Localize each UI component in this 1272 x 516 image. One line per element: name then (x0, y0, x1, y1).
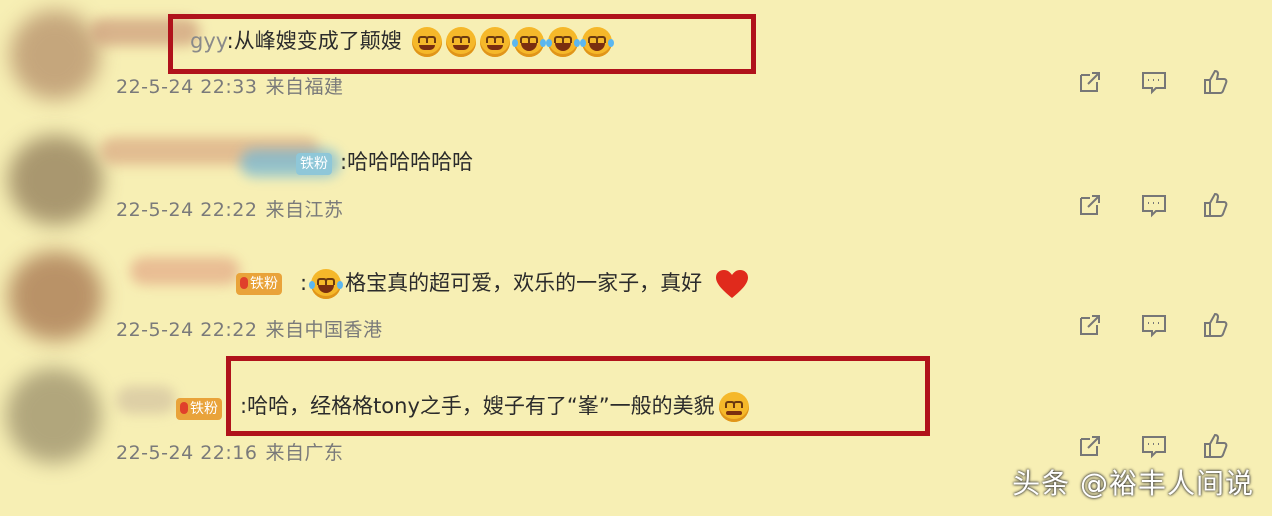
fan-badge: 铁粉 (296, 153, 332, 175)
comment-button[interactable] (1138, 189, 1170, 221)
highlight-box (226, 356, 930, 436)
watermark: 头条 @裕丰人间说 (1012, 467, 1254, 500)
like-button[interactable] (1200, 66, 1232, 98)
comment-row: 铁粉 : 格宝真的超可爱，欢乐的一家子，真好 22-5-24 22:22 来自中国香… (0, 243, 1272, 358)
comment-meta: 22-5-24 22:16 来自广东 (116, 438, 343, 465)
username-blurred[interactable] (130, 257, 240, 285)
comment-date: 22-5-24 22:33 (116, 76, 258, 98)
comment-text: : 格宝真的超可爱，欢乐的一家子，真好 (300, 269, 749, 299)
like-button[interactable] (1200, 309, 1232, 341)
comment-date: 22-5-24 22:16 (116, 442, 258, 464)
fan-badge: 铁粉 (236, 273, 282, 295)
comment-icon (1142, 195, 1166, 218)
share-button[interactable] (1074, 189, 1106, 221)
share-button[interactable] (1074, 430, 1106, 462)
avatar[interactable] (6, 368, 101, 463)
like-icon (1204, 69, 1228, 94)
like-button[interactable] (1200, 189, 1232, 221)
share-icon (1080, 195, 1100, 215)
comment-button[interactable] (1138, 66, 1170, 98)
like-icon (1204, 192, 1228, 217)
action-bar (1070, 189, 1240, 221)
comment-location: 来自中国香港 (265, 319, 383, 341)
highlight-box (168, 14, 756, 74)
comment-button[interactable] (1138, 309, 1170, 341)
avatar[interactable] (8, 135, 103, 225)
fan-badge: 铁粉 (176, 398, 222, 420)
share-icon (1080, 436, 1100, 456)
comment-meta: 22-5-24 22:33 来自福建 (116, 72, 343, 99)
avatar[interactable] (10, 10, 100, 100)
comment-button[interactable] (1138, 430, 1170, 462)
username-blurred[interactable] (116, 386, 176, 414)
comment-date: 22-5-24 22:22 (116, 319, 258, 341)
like-icon (1204, 433, 1228, 458)
comment-row: 铁粉 :哈哈哈哈哈哈 22-5-24 22:22 来自江苏 (0, 125, 1272, 243)
share-icon (1080, 72, 1100, 92)
share-button[interactable] (1074, 66, 1106, 98)
comment-location: 来自广东 (265, 442, 344, 464)
share-icon (1080, 315, 1100, 335)
comment-meta: 22-5-24 22:22 来自江苏 (116, 195, 343, 222)
comment-date: 22-5-24 22:22 (116, 199, 258, 221)
comment-location: 来自江苏 (265, 199, 344, 221)
comment-icon (1142, 436, 1166, 459)
avatar[interactable] (8, 251, 103, 341)
comment-text: :哈哈哈哈哈哈 (340, 150, 474, 174)
comment-icon (1142, 315, 1166, 338)
like-icon (1204, 312, 1228, 337)
comment-icon (1142, 72, 1166, 95)
action-bar (1070, 430, 1240, 462)
like-button[interactable] (1200, 430, 1232, 462)
action-bar (1070, 309, 1240, 341)
comment-meta: 22-5-24 22:22 来自中国香港 (116, 315, 382, 342)
laugh-emoji-icon (309, 269, 344, 299)
heart-icon (715, 270, 748, 298)
action-bar (1070, 66, 1240, 98)
share-button[interactable] (1074, 309, 1106, 341)
comment-location: 来自福建 (265, 76, 344, 98)
